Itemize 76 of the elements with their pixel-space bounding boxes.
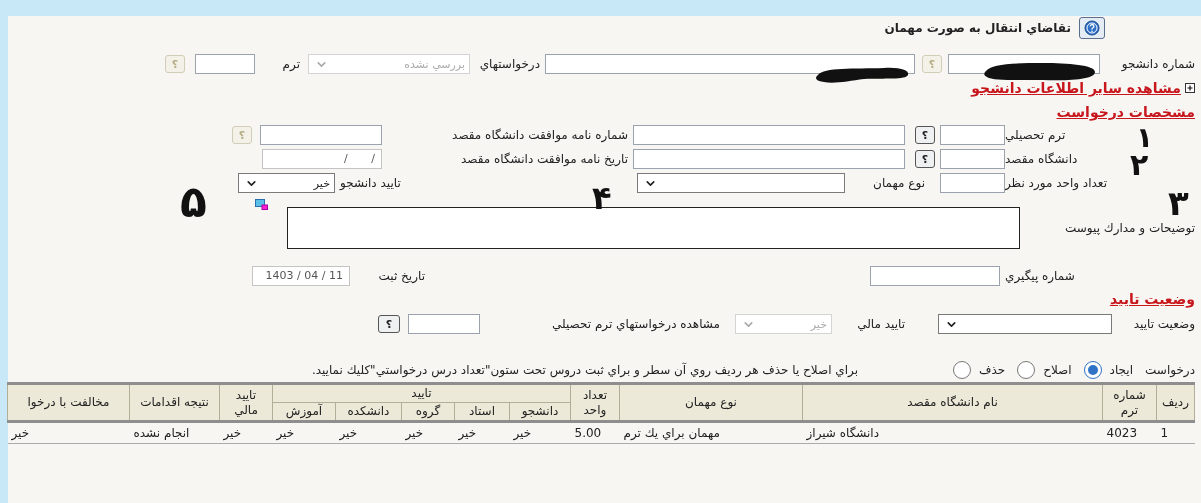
radio-label: حذف: [979, 363, 1006, 377]
field-label: ترم: [281, 57, 300, 71]
input-field[interactable]: [545, 54, 915, 74]
column-group-header: تاييد: [272, 383, 571, 403]
field-label: شماره پيگيري: [1005, 269, 1076, 283]
field-label: درخواستهاي: [478, 57, 540, 71]
field-label: ترم تحصيلي: [1005, 128, 1067, 142]
field-label: تعداد واحد مورد نظر: [1005, 176, 1108, 190]
window-icon[interactable]: [255, 199, 268, 210]
field-label: توضيحات و مدارك پيوست: [1063, 221, 1195, 235]
column-header: تعداد واحد: [570, 383, 620, 422]
table-cell: خير: [454, 421, 510, 444]
table-cell: خير: [401, 421, 455, 444]
instruction-text: براي اصلاح يا حذف هر رديف روي آن سطر و براي ثبت دروس تحت ستون"تعداد درس درخواستي"كليك نماييد.: [311, 363, 858, 377]
table-cell: مهمان براي يك ترم: [619, 421, 803, 444]
input-field[interactable]: [408, 314, 480, 334]
section-heading: وضعيت تاييد: [1109, 291, 1195, 307]
input-field[interactable]: [940, 173, 1005, 193]
help-button[interactable]: [1079, 17, 1105, 39]
handwritten-number: ۲: [1130, 150, 1149, 180]
radio-button[interactable]: [953, 361, 971, 379]
help-button[interactable]: ؟: [915, 126, 935, 144]
table-cell: خير: [7, 421, 130, 444]
question-circle-icon: [1084, 20, 1100, 36]
section-heading: مشخصات درخواست: [1056, 104, 1195, 120]
page-title: تقاضاي انتقال به صورت مهمان: [884, 21, 1071, 35]
field-label: درخواست: [1145, 363, 1195, 377]
column-header: نوع مهمان: [619, 383, 803, 422]
radio-button[interactable]: [1083, 361, 1102, 379]
input-field[interactable]: [195, 54, 255, 74]
handwritten-number: ۱: [1136, 124, 1154, 152]
table-cell: خير: [509, 421, 571, 444]
table-cell: 5.00: [570, 421, 620, 444]
table-cell: خير: [335, 421, 402, 444]
more-info-link[interactable]: مشاهده سایر اطلاعات دانشجو: [971, 80, 1181, 96]
notes-textarea[interactable]: [287, 207, 1020, 249]
input-field[interactable]: [870, 266, 1000, 286]
input-field[interactable]: [260, 125, 382, 145]
field-label: تاريخ ثبت: [377, 269, 425, 283]
input-field[interactable]: [940, 125, 1005, 145]
radio-button[interactable]: [1017, 361, 1036, 379]
dropdown[interactable]: [637, 173, 845, 193]
input-field[interactable]: [633, 149, 905, 169]
table-cell: خير: [272, 421, 336, 444]
table-cell: دانشگاه شيراز: [802, 421, 1103, 444]
radio-label: ايجاد: [1109, 363, 1133, 377]
dropdown[interactable]: [938, 314, 1112, 334]
column-header: رديف: [1156, 383, 1195, 422]
table-cell: خير: [219, 421, 273, 444]
table-cell: 1: [1156, 421, 1195, 444]
field-label: مشاهده درخواستهاي ترم تحصيلي: [551, 317, 720, 331]
radio-label: اصلاح: [1043, 363, 1072, 377]
field-label: نوع مهمان: [872, 176, 925, 190]
field-label: شماره نامه موافقت دانشگاه مقصد: [451, 128, 628, 142]
column-header: مخالفت با درخوا: [7, 383, 130, 422]
help-button[interactable]: ؟: [915, 150, 935, 168]
column-header: نام دانشگاه مقصد: [802, 383, 1103, 422]
column-header: شماره ترم: [1102, 383, 1157, 422]
handwritten-number: ۵: [180, 180, 207, 224]
field-label: تاريخ نامه موافقت دانشگاه مقصد: [459, 152, 628, 166]
table-cell: 4023: [1102, 421, 1157, 444]
expand-icon[interactable]: [1185, 83, 1195, 93]
handwritten-number: ۳: [1168, 186, 1189, 220]
field-label: تاييد مالي: [856, 317, 905, 331]
input-field[interactable]: [633, 125, 905, 145]
column-header: نتيجه اقدامات: [129, 383, 220, 422]
table-cell: انجام نشده: [129, 421, 220, 444]
field-label: تاييد دانشجو: [340, 176, 402, 190]
handwritten-number: ۴: [592, 182, 612, 214]
input-field[interactable]: [940, 149, 1005, 169]
field-label: دانشگاه مقصد: [1005, 152, 1079, 166]
dropdown[interactable]: خير: [238, 173, 335, 193]
help-button[interactable]: ؟: [378, 315, 400, 333]
column-header: تاييد مالي: [219, 383, 273, 422]
field-label: وضعيت تاييد: [1132, 317, 1195, 331]
field-label: شماره دانشجو: [1120, 57, 1195, 71]
